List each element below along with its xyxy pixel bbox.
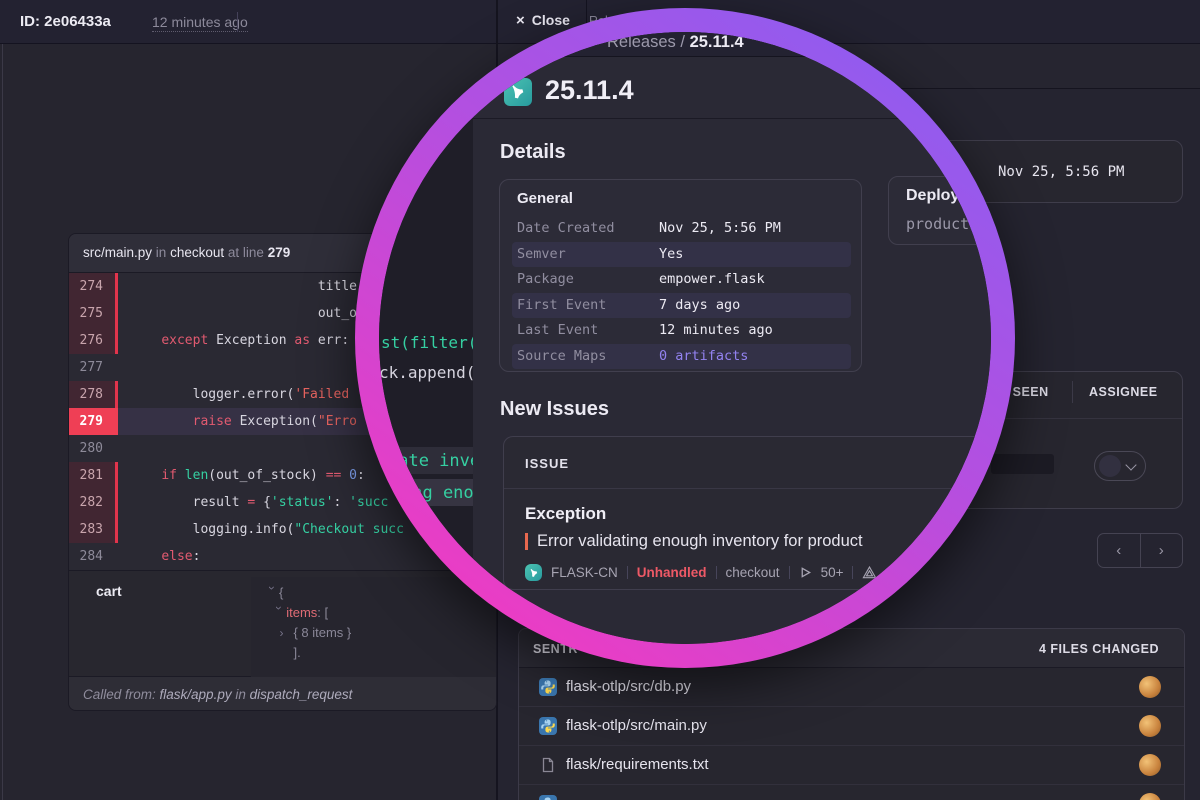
- general-row: Packageempower.flask: [512, 267, 851, 293]
- file-name: flask/requirements.txt: [566, 756, 709, 773]
- divider: [789, 566, 790, 579]
- divider: [504, 488, 991, 489]
- new-issues-panel: ISSUE Exception Error validating enough …: [503, 436, 991, 590]
- assignee-dropdown[interactable]: [1094, 451, 1146, 481]
- magnifier-lens: st(filter(l ck.append(t date inve ing en…: [379, 32, 991, 644]
- general-row: Date CreatedNov 25, 5:56 PM: [512, 216, 851, 242]
- general-row: Source Maps0 artifacts: [512, 344, 851, 370]
- divider: [1072, 381, 1073, 403]
- project-slug[interactable]: FLASK-CN: [551, 565, 618, 580]
- called-from-footer: Called from: flask/app.py in dispatch_re…: [69, 676, 496, 711]
- date-created-value: Nov 25, 5:56 PM: [998, 164, 1124, 180]
- avatar: [1139, 676, 1161, 698]
- next-page-button[interactable]: ›: [1140, 534, 1183, 567]
- issue-tags: FLASK-CN Unhandled checkout 50+: [525, 564, 877, 581]
- divider: [627, 566, 628, 579]
- prev-page-button[interactable]: ‹: [1098, 534, 1140, 567]
- python-file-icon: [539, 717, 557, 735]
- column-assignee: ASSIGNEE: [1089, 385, 1158, 399]
- deploys-panel: Deploys production: [888, 176, 991, 245]
- events-graph-placeholder: [991, 454, 1054, 474]
- transaction-tag[interactable]: checkout: [726, 565, 780, 580]
- play-icon: [799, 566, 812, 579]
- caller-function: dispatch_request: [250, 687, 353, 702]
- variable-name: cart: [96, 583, 122, 599]
- magnified-code-pane: st(filter(l ck.append(t date inve ing en…: [379, 32, 473, 644]
- python-file-icon: [539, 678, 557, 696]
- caller-file: flask/app.py: [160, 687, 232, 702]
- frame-file: src/main.py: [83, 245, 152, 260]
- replay-count: 50+: [821, 565, 844, 580]
- caret-right-icon[interactable]: ›: [279, 623, 293, 643]
- flask-project-icon: [525, 564, 542, 581]
- general-row: First Event7 days ago: [512, 293, 851, 319]
- breadcrumb[interactable]: Releases / 25.11.4: [607, 33, 744, 52]
- general-panel: General Date CreatedNov 25, 5:56 PM Semv…: [499, 179, 862, 372]
- magnifier-ring: st(filter(l ck.append(t date inve ing en…: [355, 8, 1015, 668]
- divider: [2, 44, 3, 800]
- issue-column-header: ISSUE: [525, 456, 569, 471]
- general-row: Last Event12 minutes ago: [512, 318, 851, 344]
- unhandled-badge: Unhandled: [637, 565, 707, 580]
- app-root: ID: 2e06433a 12 minutes ago ×Close Relea…: [0, 0, 1200, 800]
- new-issues-heading: New Issues: [500, 398, 609, 421]
- file-row[interactable]: flask/requirements.txt: [519, 746, 1184, 785]
- avatar: [1139, 793, 1161, 800]
- culprit-accent-bar: [525, 533, 528, 550]
- python-file-icon: [539, 795, 557, 800]
- general-row: SemverYes: [512, 242, 851, 268]
- file-row[interactable]: flask-otlp/src/db.py: [519, 668, 1184, 707]
- avatar: [1139, 754, 1161, 776]
- event-id: ID: 2e06433a: [20, 13, 111, 30]
- avatar: [1139, 715, 1161, 737]
- divider: [716, 566, 717, 579]
- tree-key: items: [286, 605, 317, 620]
- deploys-heading: Deploys: [906, 187, 968, 205]
- magnified-breadcrumb-bar: Releases / 25.11.4: [473, 32, 991, 57]
- general-heading: General: [517, 190, 573, 207]
- chevron-down-icon: [1125, 459, 1136, 470]
- document-file-icon: [539, 756, 557, 774]
- file-name: flask-otlp/src/db.py: [566, 678, 691, 695]
- deploy-environment[interactable]: production: [906, 215, 991, 233]
- divider: [237, 12, 238, 32]
- alert-triangle-icon: [862, 565, 877, 580]
- release-title: 25.11.4: [545, 75, 634, 106]
- frame-function: checkout: [170, 245, 224, 260]
- frame-line-number: 279: [268, 245, 291, 260]
- divider: [852, 566, 853, 579]
- issue-culprit: Error validating enough inventory for pr…: [525, 532, 863, 551]
- avatar: [1099, 455, 1121, 477]
- file-row[interactable]: flask-otlp/src/main.py: [519, 707, 1184, 746]
- pagination: ‹ ›: [1097, 533, 1183, 568]
- file-row[interactable]: [519, 785, 1184, 800]
- event-time-ago[interactable]: 12 minutes ago: [152, 14, 248, 32]
- files-changed-count: 4 FILES CHANGED: [1039, 642, 1159, 656]
- source-maps-link[interactable]: 0 artifacts: [659, 344, 748, 370]
- details-heading: Details: [500, 141, 566, 164]
- caret-down-icon[interactable]: ›: [269, 606, 289, 620]
- file-name: flask-otlp/src/main.py: [566, 717, 707, 734]
- flask-project-icon: [504, 78, 532, 106]
- close-icon: ×: [516, 12, 525, 29]
- close-button[interactable]: ×Close: [516, 12, 570, 29]
- caret-down-icon[interactable]: ›: [262, 586, 282, 600]
- magnified-release-page: Releases / 25.11.4 25.11.4 Details Gener…: [473, 32, 991, 644]
- issue-title[interactable]: Exception: [525, 504, 606, 524]
- magnified-release-header: 25.11.4: [473, 57, 991, 119]
